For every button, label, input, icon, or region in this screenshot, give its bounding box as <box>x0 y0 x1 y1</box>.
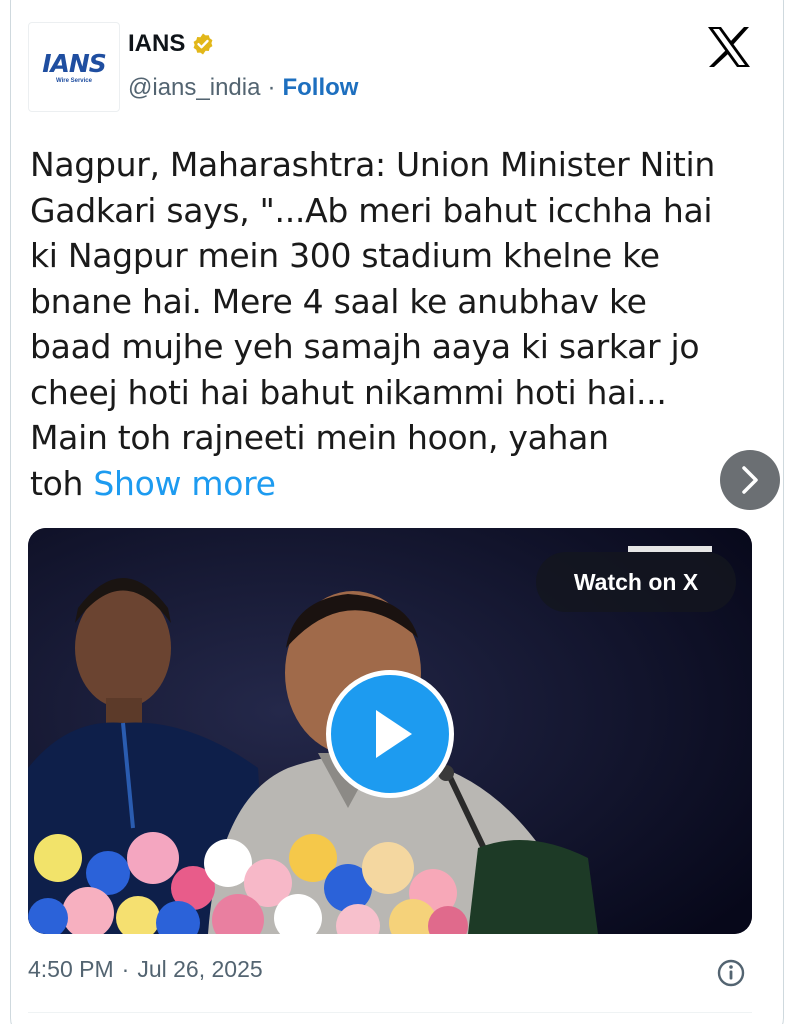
tweet-text-line: bnane hai. Mere 4 saal ke anubhav ke <box>30 281 647 321</box>
watch-on-x-button[interactable]: Watch on X <box>536 552 736 612</box>
tweet-text-line: baad mujhe yeh samajh aaya ki sarkar jo <box>30 327 700 366</box>
show-more-link[interactable]: Show more <box>93 464 276 503</box>
tweet-text-line: cheej hoti hai bahut nikammi hoti hai... <box>30 372 667 412</box>
tweet-text-line: ki Nagpur mein 300 stadium khelne ke <box>30 236 660 275</box>
tweet-text-line: Nagpur, Maharashtra: Union Minister Niti… <box>30 145 715 184</box>
footer-divider <box>28 1012 752 1013</box>
tweet-timestamp[interactable]: 4:50 PM · Jul 26, 2025 <box>28 956 263 983</box>
play-icon <box>376 710 412 758</box>
tweet-text-line: Main toh rajneeti mein hoon, yahan <box>30 418 609 457</box>
tweet-text: Nagpur, Maharashtra: Union Minister Niti… <box>30 142 750 506</box>
tweet-text-last-word: toh <box>30 463 84 503</box>
separator-dot: · <box>267 74 276 101</box>
author-name-row: IANS <box>128 30 215 58</box>
play-button[interactable] <box>326 670 454 798</box>
follow-button[interactable]: Follow <box>282 74 358 102</box>
author-handle[interactable]: @ians_india <box>128 74 260 102</box>
tweet-date: Jul 26, 2025 <box>137 956 263 982</box>
timestamp-separator: · <box>121 956 130 982</box>
avatar-logo-text: IANS <box>42 48 107 78</box>
verified-badge-icon <box>193 33 213 55</box>
next-button[interactable] <box>720 450 780 510</box>
avatar-logo-subtitle: Wire Service <box>56 77 92 84</box>
tweet-text-last-line: toh Show more <box>30 461 750 507</box>
tweet-time: 4:50 PM <box>28 956 114 982</box>
tweet-text-line: Gadkari says, "...Ab meri bahut icchha h… <box>30 190 713 230</box>
author-handle-row: @ians_india · Follow <box>128 74 358 102</box>
x-logo-icon[interactable] <box>706 26 752 68</box>
chevron-right-icon <box>742 466 758 494</box>
author-display-name[interactable]: IANS <box>128 30 185 58</box>
author-avatar[interactable]: IANS Wire Service <box>28 22 120 112</box>
info-icon[interactable] <box>716 958 746 988</box>
video-player[interactable]: Watch on X <box>28 528 752 934</box>
